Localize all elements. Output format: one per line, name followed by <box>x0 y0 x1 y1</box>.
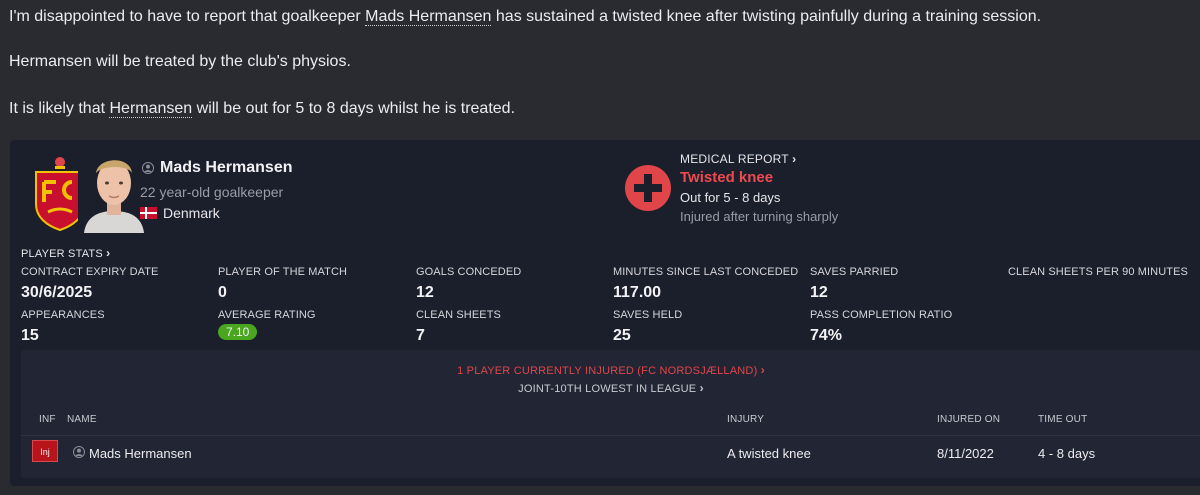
injured-count-label: 1 PLAYER CURRENTLY INJURED (FC NORDSJÆLL… <box>457 365 758 377</box>
message-text: will be out for 5 to 8 days whilst he is… <box>192 100 516 117</box>
column-header-injured-on[interactable]: INJURED ON <box>937 414 1000 425</box>
stat-label: CLEAN SHEETS <box>416 309 501 321</box>
row-player-name[interactable]: Mads Hermansen <box>89 446 192 461</box>
player-stats-link[interactable]: PLAYER STATS › <box>21 246 110 260</box>
stat-label: CONTRACT EXPIRY DATE <box>21 266 159 278</box>
player-stats-label: PLAYER STATS <box>21 248 103 260</box>
chevron-right-icon: › <box>760 363 765 377</box>
row-injury: A twisted knee <box>727 446 811 461</box>
stat-value: 0 <box>218 284 227 301</box>
medical-report-label: MEDICAL REPORT <box>680 152 789 166</box>
medical-cross-icon <box>625 165 671 211</box>
nationality-label: Denmark <box>163 205 220 221</box>
league-rank-link[interactable]: JOINT-10TH LOWEST IN LEAGUE › <box>21 381 1200 395</box>
injury-status-badge: Inj <box>32 440 58 462</box>
message-text: will be treated by the club's physios. <box>91 53 351 70</box>
injury-title: Twisted knee <box>680 169 774 186</box>
stat-value: 117.00 <box>613 284 662 301</box>
player-name[interactable]: Mads Hermansen <box>160 159 293 177</box>
player-surname-text: Hermansen <box>9 53 92 70</box>
stat-label: PASS COMPLETION RATIO <box>810 309 953 321</box>
stat-value: 12 <box>416 284 434 301</box>
stat-value: 74% <box>810 327 843 344</box>
chevron-right-icon: › <box>699 381 704 395</box>
stat-value: 30/6/2025 <box>21 284 93 301</box>
stat-goals-conceded: GOALS CONCEDED 12 <box>416 266 521 302</box>
player-link[interactable]: Mads Hermansen <box>365 8 492 26</box>
injury-list-panel: 1 PLAYER CURRENTLY INJURED (FC NORDSJÆLL… <box>21 350 1200 478</box>
person-icon <box>142 162 154 174</box>
stat-label: PLAYER OF THE MATCH <box>218 266 348 278</box>
denmark-flag-icon <box>140 207 157 219</box>
stat-average-rating: AVERAGE RATING 7.10 <box>218 309 316 341</box>
stat-player-of-match: PLAYER OF THE MATCH 0 <box>218 266 347 302</box>
stat-label: AVERAGE RATING <box>218 309 316 321</box>
league-rank-label: JOINT-10TH LOWEST IN LEAGUE <box>518 383 697 395</box>
message-text: It is likely that <box>9 100 110 117</box>
message-paragraph-1: I'm disappointed to have to report that … <box>9 8 1041 26</box>
stat-clean-sheets: CLEAN SHEETS 7 <box>416 309 501 345</box>
player-link[interactable]: Hermansen <box>109 100 193 118</box>
injury-detail: Injured after turning sharply <box>680 209 839 224</box>
stat-value: 25 <box>613 327 631 344</box>
message-paragraph-3: It is likely that Hermansen will be out … <box>9 100 515 118</box>
stat-appearances: APPEARANCES 15 <box>21 309 105 345</box>
column-header-name[interactable]: NAME <box>67 414 97 425</box>
stat-label: SAVES PARRIED <box>810 266 899 278</box>
message-text: I'm disappointed to have to report that … <box>9 8 366 25</box>
stat-label: CLEAN SHEETS PER 90 MINUTES <box>1008 266 1188 278</box>
message-paragraph-2: Hermansen will be treated by the club's … <box>9 53 351 71</box>
column-header-inf[interactable]: INF <box>39 414 56 425</box>
person-icon <box>73 446 85 458</box>
stat-label: MINUTES SINCE LAST CONCEDED <box>613 266 799 278</box>
injured-count-link[interactable]: 1 PLAYER CURRENTLY INJURED (FC NORDSJÆLL… <box>21 363 1200 377</box>
stat-minutes-since-conceded: MINUTES SINCE LAST CONCEDED 117.00 <box>613 266 798 302</box>
stat-saves-parried: SAVES PARRIED 12 <box>810 266 898 302</box>
chevron-right-icon: › <box>792 152 797 166</box>
player-name-row: Mads Hermansen <box>142 159 293 177</box>
stat-value: 15 <box>21 327 39 344</box>
message-text: has sustained a twisted knee after twist… <box>491 8 1042 25</box>
medical-report-link[interactable]: MEDICAL REPORT › <box>680 152 796 166</box>
stat-label: APPEARANCES <box>21 309 105 321</box>
player-description: 22 year-old goalkeeper <box>140 184 284 200</box>
rating-badge: 7.10 <box>218 324 258 340</box>
row-injured-on: 8/11/2022 <box>937 446 994 461</box>
stat-pass-completion: PASS COMPLETION RATIO 74% <box>810 309 952 345</box>
injury-duration: Out for 5 - 8 days <box>680 190 781 205</box>
column-header-injury[interactable]: INJURY <box>727 414 764 425</box>
table-row[interactable]: Inj Mads Hermansen A twisted knee 8/11/2… <box>21 435 1200 467</box>
column-header-time-out[interactable]: TIME OUT <box>1038 414 1087 425</box>
stat-contract-expiry: CONTRACT EXPIRY DATE 30/6/2025 <box>21 266 159 302</box>
chevron-right-icon: › <box>106 246 111 260</box>
stat-saves-held: SAVES HELD 25 <box>613 309 682 345</box>
stat-label: GOALS CONCEDED <box>416 266 522 278</box>
stat-value: 7 <box>416 327 425 344</box>
stat-value: 12 <box>810 284 828 301</box>
stat-clean-sheets-per-90: CLEAN SHEETS PER 90 MINUTES <box>1008 266 1188 284</box>
player-injury-card: Mads Hermansen 22 year-old goalkeeper De… <box>10 140 1200 486</box>
row-time-out: 4 - 8 days <box>1038 446 1096 461</box>
stat-label: SAVES HELD <box>613 309 683 321</box>
player-nationality[interactable]: Denmark <box>140 205 220 221</box>
